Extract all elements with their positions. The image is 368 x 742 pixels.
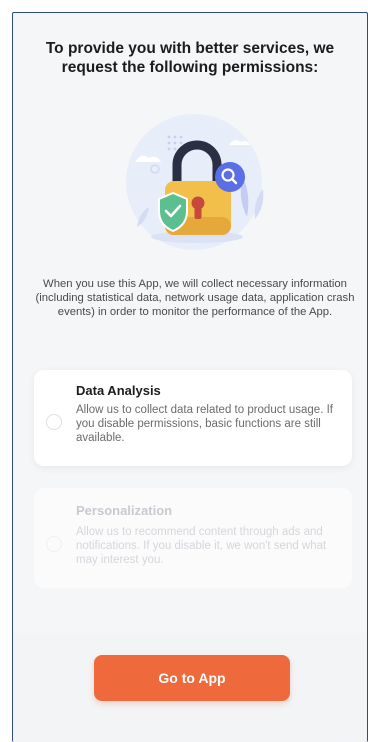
- permission-text: Allow us to recommend content through ad…: [76, 526, 327, 566]
- permission-dialog: To provide you with better services, we …: [12, 12, 368, 742]
- permission-description: When you use this App, we will collect n…: [35, 278, 355, 318]
- permission-card-data-analysis[interactable]: Data Analysis Allow us to collect data r…: [34, 370, 352, 466]
- permission-title: Personalization: [76, 503, 173, 518]
- data-analysis-radio[interactable]: [46, 414, 62, 430]
- personalization-radio[interactable]: [46, 536, 62, 552]
- shield-check-icon: [158, 191, 188, 233]
- page-title: To provide you with better services, we …: [45, 40, 335, 76]
- go-to-app-button[interactable]: Go to App: [94, 655, 290, 701]
- permission-card-personalization[interactable]: Personalization Allow us to recommend co…: [34, 488, 352, 588]
- permission-text: Allow us to collect data related to prod…: [76, 404, 333, 444]
- permission-title: Data Analysis: [76, 383, 161, 398]
- padlock-illustration: [126, 114, 264, 250]
- search-icon: [215, 162, 245, 192]
